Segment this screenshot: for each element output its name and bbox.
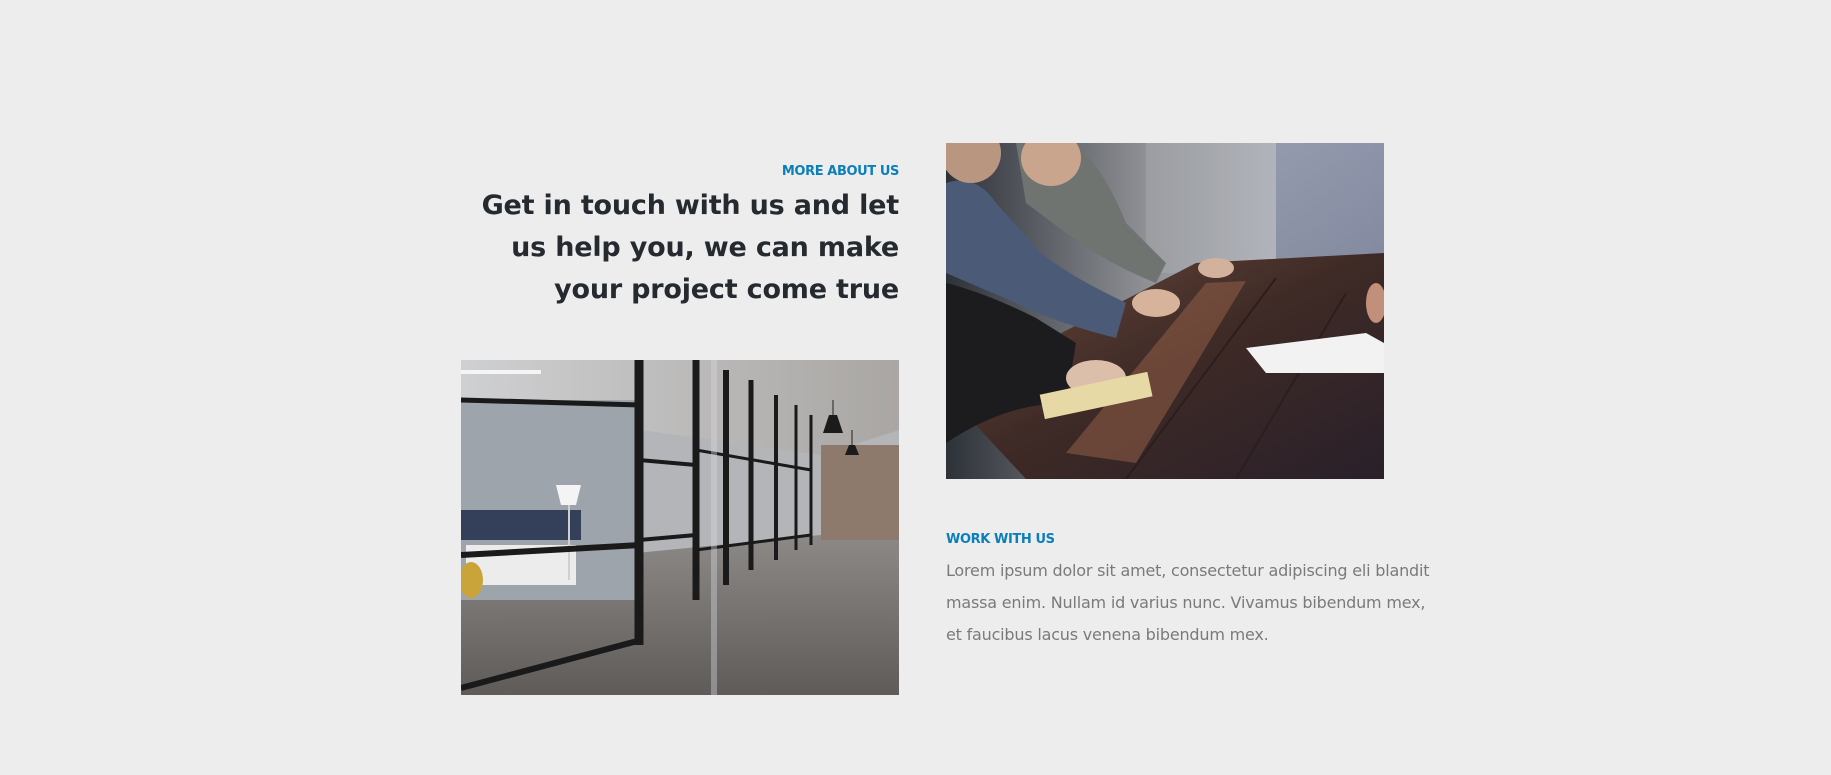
work-eyebrow: WORK WITH US — [946, 532, 1055, 547]
work-description: Lorem ipsum dolor sit amet, consectetur … — [946, 561, 1430, 644]
about-eyebrow: MORE ABOUT US — [781, 164, 900, 179]
meeting-photo — [946, 143, 1384, 479]
section-headline: Get in touch with us and let us help you… — [481, 190, 900, 305]
office-corridor-photo — [461, 360, 899, 695]
